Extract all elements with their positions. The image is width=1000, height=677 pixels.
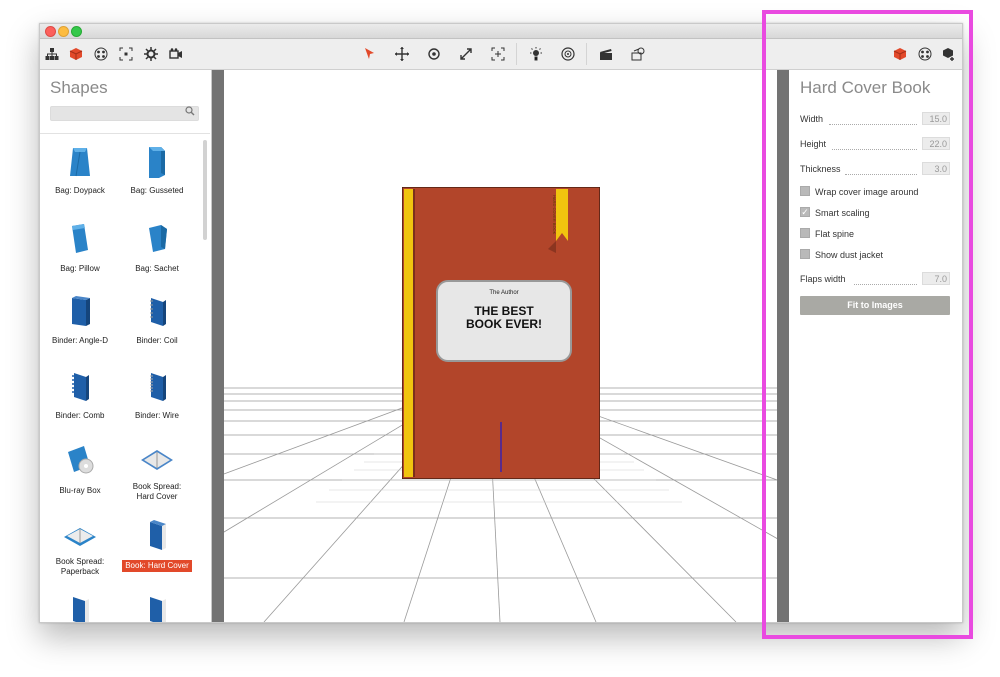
- shape-item[interactable]: Bag: Doypack: [45, 142, 115, 198]
- bag-gusseted-icon: [137, 142, 177, 180]
- viewport-left-gutter: [212, 70, 224, 622]
- shape-item[interactable]: [45, 592, 115, 622]
- book-icon: [60, 592, 100, 622]
- bag-sachet-icon: [137, 220, 177, 258]
- search-icon: [185, 106, 195, 119]
- book-icon: [137, 592, 177, 622]
- binder-coil-icon: [137, 292, 177, 330]
- panel-divider: [40, 133, 210, 134]
- book-spread-hard-cover-icon: [137, 442, 177, 480]
- fit-icon[interactable]: [118, 46, 134, 62]
- shape-item[interactable]: Bag: Gusseted: [122, 142, 192, 198]
- zoom-window-button[interactable]: [71, 26, 82, 37]
- shapes-search-input[interactable]: [50, 106, 199, 121]
- close-window-button[interactable]: [45, 26, 56, 37]
- select-arrow-icon[interactable]: [362, 46, 378, 62]
- shape-item[interactable]: Bag: Pillow: [45, 220, 115, 276]
- book-hard-cover-icon: [137, 517, 177, 555]
- shapes-panel: Shapes Bag: Doypack Bag: Gusseted Bag: P…: [40, 70, 212, 622]
- shape-item[interactable]: Binder: Coil: [122, 292, 192, 348]
- minimize-window-button[interactable]: [58, 26, 69, 37]
- shape-item[interactable]: [122, 592, 192, 622]
- shape-item[interactable]: Binder: Comb: [45, 367, 115, 423]
- shape-item[interactable]: Blu-ray Box: [45, 442, 115, 498]
- binder-angle-d-icon: [60, 292, 100, 330]
- shape-item[interactable]: Bag: Sachet: [122, 220, 192, 276]
- shapes-scrollbar[interactable]: [203, 140, 207, 240]
- shape-item[interactable]: Book Spread: Paperback: [45, 517, 115, 579]
- render-icon[interactable]: [630, 46, 646, 62]
- hierarchy-icon[interactable]: [44, 46, 60, 62]
- binder-wire-icon: [137, 367, 177, 405]
- shape-item[interactable]: Book Spread: Hard Cover: [122, 442, 192, 504]
- bag-doypack-icon: [60, 142, 100, 180]
- light-icon[interactable]: [528, 46, 544, 62]
- camera-icon[interactable]: [168, 46, 184, 62]
- shape-item-selected[interactable]: Book: Hard Cover: [122, 517, 192, 573]
- shape-item[interactable]: Binder: Wire: [122, 367, 192, 423]
- toolbar-separator: [586, 43, 587, 65]
- annotation-highlight-box: [762, 10, 973, 639]
- book-label-panel: The Author THE BEST BOOK EVER!: [436, 280, 572, 362]
- blu-ray-box-icon: [60, 442, 100, 480]
- book-spread-paperback-icon: [60, 517, 100, 555]
- clapper-icon[interactable]: [598, 46, 614, 62]
- rotate-icon[interactable]: [426, 46, 442, 62]
- frame-icon[interactable]: [490, 46, 506, 62]
- book-author: The Author: [489, 290, 519, 296]
- binder-comb-icon: [60, 367, 100, 405]
- shapes-panel-title: Shapes: [50, 78, 108, 97]
- environment-icon[interactable]: [560, 46, 576, 62]
- ribbon-text: HARD COVER BOOK: [552, 195, 557, 235]
- bag-pillow-icon: [60, 220, 100, 258]
- book-title: THE BEST BOOK EVER!: [465, 304, 542, 331]
- 3d-viewport[interactable]: HARD COVER BOOK The Author THE BEST BOOK…: [224, 70, 777, 622]
- toolbar-separator: [516, 43, 517, 65]
- cube-icon[interactable]: [68, 46, 84, 62]
- pattern-icon[interactable]: [93, 46, 109, 62]
- gear-icon[interactable]: [143, 46, 159, 62]
- shape-item[interactable]: Binder: Angle-D: [45, 292, 115, 348]
- scale-icon[interactable]: [458, 46, 474, 62]
- move-icon[interactable]: [394, 46, 410, 62]
